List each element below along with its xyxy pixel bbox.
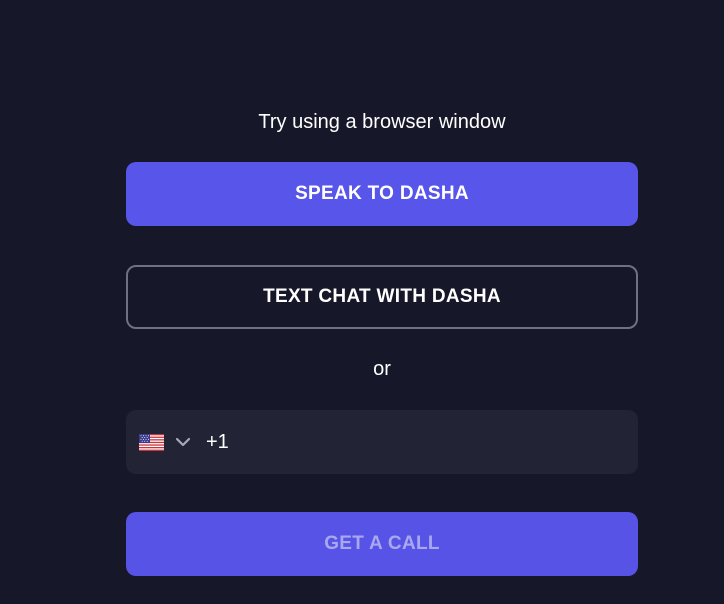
- country-code-selector[interactable]: [139, 410, 191, 474]
- dial-code: +1: [206, 430, 229, 453]
- phone-number-input[interactable]: [228, 410, 638, 474]
- us-flag-icon: [139, 433, 164, 451]
- browser-hint-text: Try using a browser window: [258, 111, 506, 133]
- text-chat-with-dasha-button[interactable]: TEXT CHAT WITH DASHA: [126, 265, 638, 329]
- phone-number-field[interactable]: +1: [126, 410, 638, 474]
- chevron-down-icon[interactable]: [175, 437, 191, 447]
- or-separator: or: [373, 358, 391, 380]
- dasha-contact-panel: Try using a browser window SPEAK TO DASH…: [126, 0, 638, 604]
- speak-to-dasha-button[interactable]: SPEAK TO DASHA: [126, 162, 638, 226]
- get-a-call-button[interactable]: GET A CALL: [126, 512, 638, 576]
